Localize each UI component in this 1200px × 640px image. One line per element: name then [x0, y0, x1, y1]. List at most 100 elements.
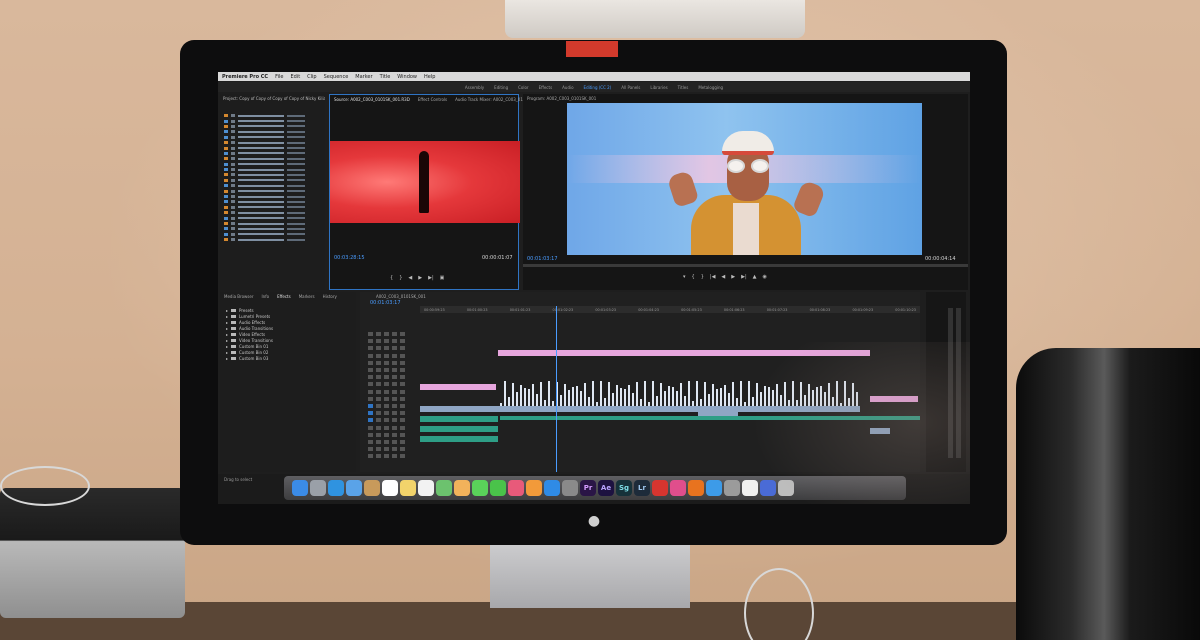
track-toggle-icon[interactable] — [368, 425, 373, 430]
chrome-icon[interactable] — [706, 480, 722, 496]
step-back-icon[interactable]: ◀ — [408, 275, 412, 281]
track-toggle-icon[interactable] — [392, 346, 397, 351]
workspace-tab[interactable]: Assembly — [465, 85, 484, 90]
track-toggle-icon[interactable] — [400, 425, 405, 430]
track-toggle-icon[interactable] — [384, 418, 389, 423]
source-transport[interactable]: { } ◀ ▶ ▶| ▣ — [390, 275, 444, 281]
track-toggle-icon[interactable] — [392, 353, 397, 358]
calendar-icon[interactable] — [382, 480, 398, 496]
track-toggle-icon[interactable] — [392, 360, 397, 365]
messages-icon[interactable] — [472, 480, 488, 496]
disclosure-triangle-icon[interactable]: ▸ — [226, 320, 228, 325]
track-toggle-icon[interactable] — [400, 389, 405, 394]
workspace-tab[interactable]: Effects — [539, 85, 553, 90]
menu-item[interactable]: Marker — [355, 74, 372, 80]
track-header[interactable] — [368, 418, 418, 423]
track-toggle-icon[interactable] — [400, 375, 405, 380]
audio-clip[interactable] — [420, 426, 498, 432]
safari-icon[interactable] — [328, 480, 344, 496]
workspace-tab[interactable]: Editing — [494, 85, 508, 90]
export-frame-icon[interactable]: ◉ — [763, 274, 767, 280]
track-toggle-icon[interactable] — [384, 447, 389, 452]
track-toggle-icon[interactable] — [400, 396, 405, 401]
track-toggle-icon[interactable] — [400, 346, 405, 351]
after-effects-icon[interactable]: Ae — [598, 480, 614, 496]
track-toggle-icon[interactable] — [392, 425, 397, 430]
track-toggle-icon[interactable] — [400, 360, 405, 365]
track-header[interactable] — [368, 425, 418, 431]
track-toggle-icon[interactable] — [368, 432, 373, 437]
track-header[interactable] — [368, 440, 418, 445]
track-toggle-icon[interactable] — [368, 360, 373, 365]
track-toggle-icon[interactable] — [376, 432, 381, 437]
track-toggle-icon[interactable] — [392, 411, 397, 416]
track-toggle-icon[interactable] — [400, 339, 405, 344]
track-toggle-icon[interactable] — [384, 440, 389, 444]
menu-item[interactable]: Sequence — [324, 74, 349, 80]
track-toggle-icon[interactable] — [384, 454, 389, 459]
audio-clip[interactable] — [420, 416, 498, 422]
track-toggle-icon[interactable] — [376, 368, 381, 372]
track-toggle-icon[interactable] — [368, 332, 373, 336]
menu-item[interactable]: Clip — [307, 74, 316, 80]
track-toggle-icon[interactable] — [400, 404, 405, 408]
mark-in-icon[interactable]: { — [390, 275, 393, 281]
disclosure-triangle-icon[interactable]: ▸ — [226, 344, 228, 349]
program-tab-label[interactable]: Program: A002_C003_0101SK_001 — [527, 96, 596, 101]
track-toggle-icon[interactable] — [400, 411, 405, 416]
track-toggle-icon[interactable] — [384, 404, 389, 408]
creative-cloud-icon[interactable] — [652, 480, 668, 496]
track-toggle-icon[interactable] — [392, 454, 397, 459]
workspace-tab[interactable]: All Panels — [621, 85, 640, 90]
track-toggle-icon[interactable] — [392, 389, 397, 394]
track-toggle-icon[interactable] — [400, 418, 405, 423]
workspace-tab[interactable]: Audio — [562, 85, 573, 90]
lightroom-icon[interactable]: Lr — [634, 480, 650, 496]
source-tab[interactable]: Source: A002_C003_0101SK_001.R3D — [334, 97, 410, 102]
clip-row[interactable] — [220, 237, 325, 242]
track-header[interactable] — [368, 375, 418, 380]
track-toggle-icon[interactable] — [376, 346, 381, 351]
track-toggle-icon[interactable] — [368, 353, 373, 358]
track-header[interactable] — [368, 404, 418, 409]
facetime-icon[interactable] — [490, 480, 506, 496]
track-header[interactable] — [368, 454, 418, 459]
track-toggle-icon[interactable] — [392, 404, 397, 408]
track-header[interactable] — [368, 447, 418, 452]
track-toggle-icon[interactable] — [376, 447, 381, 452]
program-monitor-panel[interactable]: Program: A002_C003_0101SK_001 00:01:03:1… — [523, 94, 968, 290]
track-toggle-icon[interactable] — [368, 396, 373, 401]
track-toggle-icon[interactable] — [376, 418, 381, 423]
track-toggle-icon[interactable] — [384, 332, 389, 336]
track-toggle-icon[interactable] — [384, 339, 389, 344]
track-toggle-icon[interactable] — [368, 339, 373, 344]
track-toggle-icon[interactable] — [368, 404, 373, 408]
track-header[interactable] — [368, 346, 418, 351]
firefox-icon[interactable] — [688, 480, 704, 496]
workspace-tab[interactable]: Editing (CC 2) — [584, 85, 612, 90]
track-toggle-icon[interactable] — [392, 418, 397, 423]
track-toggle-icon[interactable] — [384, 389, 389, 394]
track-toggle-icon[interactable] — [368, 346, 373, 351]
disclosure-triangle-icon[interactable]: ▸ — [226, 314, 228, 319]
track-toggle-icon[interactable] — [368, 375, 373, 380]
premiere-icon[interactable]: Pr — [580, 480, 596, 496]
track-toggle-icon[interactable] — [400, 382, 405, 387]
track-toggle-icon[interactable] — [368, 389, 373, 394]
track-toggle-icon[interactable] — [400, 332, 405, 336]
menu-item[interactable]: Title — [380, 74, 391, 80]
track-toggle-icon[interactable] — [392, 447, 397, 452]
track-toggle-icon[interactable] — [368, 447, 373, 452]
track-toggle-icon[interactable] — [400, 368, 405, 372]
photos-icon[interactable] — [454, 480, 470, 496]
track-toggle-icon[interactable] — [392, 368, 397, 372]
disclosure-triangle-icon[interactable]: ▸ — [226, 332, 228, 337]
menu-item[interactable]: Premiere Pro CC — [222, 74, 268, 80]
menu-item[interactable]: Help — [424, 74, 435, 80]
track-toggle-icon[interactable] — [384, 368, 389, 372]
preferences-icon[interactable] — [562, 480, 578, 496]
track-toggle-icon[interactable] — [368, 418, 373, 423]
track-toggle-icon[interactable] — [368, 382, 373, 387]
maps-icon[interactable] — [436, 480, 452, 496]
track-header[interactable] — [368, 353, 418, 359]
